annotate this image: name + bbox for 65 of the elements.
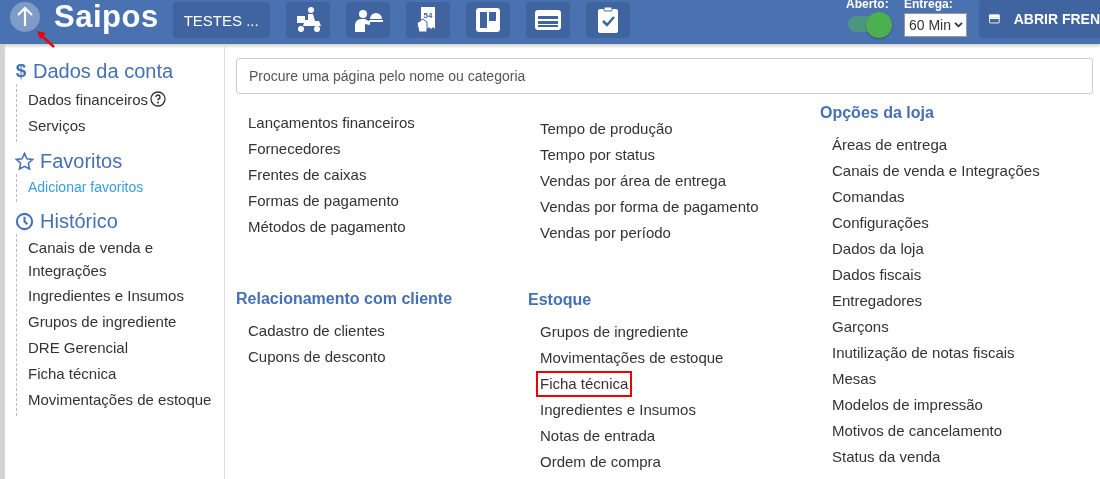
- toggle-label: Aberto:: [845, 0, 890, 10]
- annotation-arrow: [36, 30, 56, 48]
- page-link[interactable]: Comandas: [828, 184, 909, 210]
- card-icon: [989, 14, 1000, 24]
- toolbar-button[interactable]: 54: [405, 2, 450, 38]
- page-link[interactable]: Inutilização de notas fiscais: [828, 340, 1019, 366]
- page-link[interactable]: Tempo de produção: [536, 116, 677, 142]
- toolbar-button[interactable]: [585, 2, 630, 38]
- page-link[interactable]: Frentes de caixas: [244, 162, 371, 188]
- page-link[interactable]: Motivos de cancelamento: [828, 418, 1007, 444]
- sidebar-item[interactable]: Serviços: [28, 113, 86, 137]
- page-link[interactable]: Cadastro de clientes: [244, 318, 389, 344]
- page-link[interactable]: Vendas por período: [536, 220, 675, 246]
- page-link[interactable]: Notas de entrada: [536, 423, 660, 449]
- page-link[interactable]: Movimentações de estoque: [536, 345, 728, 371]
- toolbar-button[interactable]: [465, 2, 510, 38]
- page-link[interactable]: Modelos de impressão: [828, 392, 987, 418]
- sidebar-item[interactable]: DRE Gerencial: [28, 335, 129, 359]
- page-link[interactable]: Garçons: [828, 314, 893, 340]
- page-link[interactable]: Ficha técnica: [536, 371, 633, 397]
- page-link[interactable]: Canais de venda e Integrações: [828, 158, 1044, 184]
- page-link[interactable]: Vendas por forma de pagamento: [536, 194, 763, 220]
- page-link[interactable]: Fornecedores: [244, 136, 345, 162]
- page-link[interactable]: Dados fiscais: [828, 262, 926, 288]
- page-link[interactable]: Dados da loja: [828, 236, 928, 262]
- select-label: Entrega:: [903, 0, 954, 10]
- category-heading: Relacionamento com cliente: [236, 289, 453, 309]
- section-title: Dados da conta: [33, 59, 174, 83]
- store-button[interactable]: TESTES ...: [172, 2, 270, 38]
- page-link[interactable]: Cupons de desconto: [244, 344, 390, 370]
- page-link[interactable]: Entregadores: [828, 288, 927, 314]
- page-link[interactable]: Ordem de compra: [536, 449, 665, 475]
- category-heading: Opções da loja: [820, 103, 934, 123]
- sidebar-item[interactable]: Ficha técnica: [28, 361, 117, 385]
- page-link[interactable]: Tempo por status: [536, 142, 660, 168]
- dollar-icon: $: [15, 60, 27, 82]
- page-link[interactable]: Métodos de pagamento: [244, 214, 410, 240]
- page-link[interactable]: Áreas de entrega: [828, 132, 952, 158]
- toolbar-button[interactable]: [525, 2, 570, 38]
- sidebar-item[interactable]: Movimentações de estoque: [28, 387, 212, 411]
- page-link[interactable]: Mesas: [828, 366, 881, 392]
- toolbar-button[interactable]: [285, 2, 330, 38]
- sidebar-item[interactable]: Ingredientes e Insumos: [28, 283, 184, 307]
- clock-icon: [15, 211, 34, 231]
- category-heading: Estoque: [528, 290, 592, 310]
- page-link[interactable]: Ingredientes e Insumos: [536, 397, 700, 423]
- page-link[interactable]: Formas de pagamento: [244, 188, 403, 214]
- open-front-button[interactable]: ABRIR FREN: [979, 0, 1100, 38]
- sidebar-item[interactable]: Canais de venda e Integrações: [28, 236, 218, 282]
- saipos-logo: Saipos: [54, 0, 159, 34]
- chevron-down-icon: [954, 21, 963, 29]
- page-link[interactable]: Vendas por área de entrega: [536, 168, 730, 194]
- page-link[interactable]: Lançamentos financeiros: [244, 110, 419, 136]
- page-link[interactable]: Status da venda: [828, 444, 945, 470]
- star-icon: [15, 151, 34, 171]
- section-title: Favoritos: [40, 149, 123, 173]
- delivery-time-select[interactable]: 60 Min: [903, 13, 967, 37]
- sidebar-item[interactable]: Grupos de ingrediente: [28, 309, 177, 333]
- page-link[interactable]: Grupos de ingrediente: [536, 319, 693, 345]
- help-icon[interactable]: [150, 91, 167, 107]
- toolbar-button[interactable]: [345, 2, 390, 38]
- section-title: Histórico: [40, 209, 118, 233]
- page-link[interactable]: Configurações: [828, 210, 933, 236]
- search-field[interactable]: Procure uma página pelo nome ou categoria: [236, 58, 1093, 94]
- sidebar-item[interactable]: Dados financeiros: [28, 87, 149, 111]
